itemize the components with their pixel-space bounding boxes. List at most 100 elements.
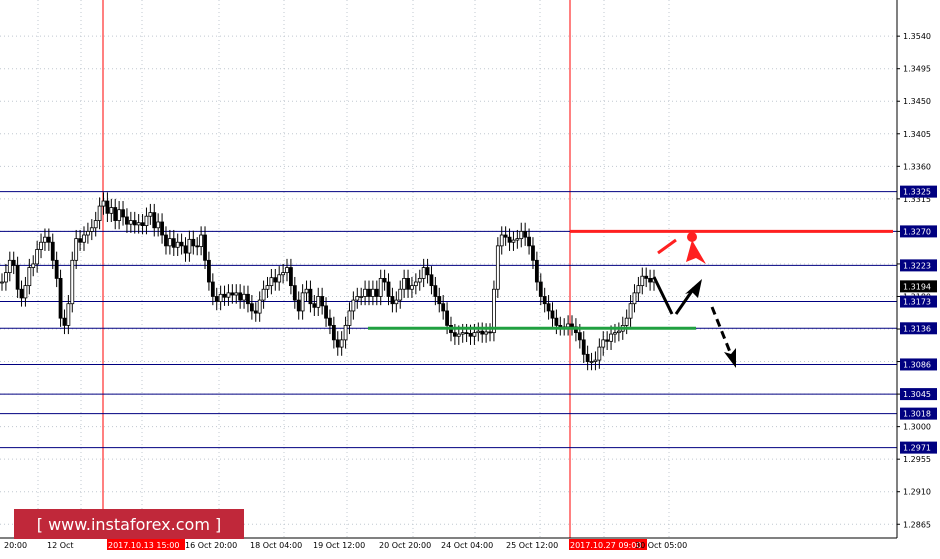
- candle-body: [515, 238, 520, 241]
- candle-body: [577, 332, 582, 341]
- candle-body: [464, 332, 469, 335]
- candle-body: [429, 274, 434, 287]
- candle-body: [339, 339, 344, 348]
- plot-background: [0, 0, 940, 559]
- level-badge-label: 1.3045: [903, 390, 931, 399]
- price-tick-label: 1.3405: [903, 130, 931, 139]
- candle-body: [210, 281, 215, 297]
- candle-body: [249, 303, 254, 312]
- candle-body: [316, 296, 321, 308]
- candle-body: [246, 293, 250, 305]
- price-tick-label: 1.2955: [903, 455, 931, 464]
- candle-body: [125, 216, 129, 225]
- candle-body: [281, 272, 286, 276]
- candle-body: [406, 278, 410, 290]
- candle-body: [93, 220, 98, 229]
- candle-body: [277, 274, 282, 283]
- time-tick-label: 25 Oct 12:00: [506, 541, 558, 550]
- candle-body: [484, 331, 489, 335]
- candle-body: [234, 292, 239, 296]
- candle-body: [534, 259, 539, 283]
- candle-body: [343, 325, 348, 341]
- candle-body: [503, 234, 508, 238]
- candle-body: [359, 296, 364, 298]
- candle-body: [230, 292, 235, 296]
- candle-body: [140, 222, 145, 227]
- candle-body: [312, 303, 317, 308]
- candle-body: [441, 303, 446, 312]
- candle-body: [382, 278, 387, 283]
- time-tick-label: 2017.10.13 15:00: [108, 541, 179, 550]
- candle-body: [74, 238, 79, 261]
- candle-body: [0, 281, 4, 284]
- candle-body: [136, 222, 141, 226]
- candle-body: [152, 212, 157, 229]
- price-tick-label: 1.3000: [903, 423, 931, 432]
- candle-body: [199, 234, 204, 247]
- candle-body: [132, 220, 137, 226]
- candle-body: [335, 339, 340, 348]
- price-tick-label: 1.2910: [903, 488, 931, 497]
- candle-body: [308, 288, 313, 305]
- candle-body: [398, 288, 403, 301]
- candle-body: [82, 234, 86, 243]
- candle-body: [593, 359, 598, 362]
- candle-body: [218, 293, 223, 302]
- candle-body: [31, 263, 36, 268]
- candle-body: [527, 236, 531, 247]
- candle-body: [640, 275, 645, 287]
- candle-body: [394, 299, 399, 305]
- candle-body: [117, 209, 122, 221]
- candle-body: [43, 236, 47, 243]
- candle-body: [628, 303, 633, 319]
- candle-body: [144, 215, 149, 227]
- candle-body: [492, 288, 496, 334]
- candle-body: [519, 230, 524, 240]
- candle-body: [597, 346, 602, 361]
- candle-body: [425, 267, 430, 276]
- price-tick-label: 1.3540: [903, 32, 931, 41]
- candle-body: [66, 303, 71, 326]
- candle-body: [413, 281, 418, 287]
- candle-body: [269, 277, 274, 287]
- candle-body: [296, 299, 301, 312]
- level-badge-label: 1.3173: [903, 298, 931, 307]
- candle-body: [253, 310, 258, 314]
- time-tick-label: 20:00: [4, 541, 27, 550]
- candle-body: [367, 288, 371, 297]
- candle-body: [164, 234, 168, 247]
- candle-body: [636, 285, 641, 294]
- candle-body: [632, 292, 637, 305]
- candle-body: [222, 293, 227, 298]
- candle-body: [605, 339, 610, 342]
- candle-body: [4, 272, 8, 283]
- candle-body: [113, 207, 118, 221]
- candle-body: [445, 310, 449, 326]
- candle-body: [355, 296, 360, 301]
- candle-body: [363, 288, 367, 297]
- candle-body: [417, 278, 422, 283]
- candle-body: [460, 332, 465, 335]
- candle-body: [257, 299, 262, 314]
- candle-body: [292, 285, 297, 301]
- current-price-label: 1.3194: [903, 282, 931, 291]
- level-badge-label: 1.3270: [903, 227, 931, 236]
- candle-body: [273, 277, 278, 283]
- candle-body: [289, 267, 293, 287]
- candle-body: [214, 296, 219, 302]
- candle-body: [648, 278, 652, 283]
- time-tick-label: 19 Oct 12:00: [313, 541, 365, 550]
- price-tick-label: 1.3450: [903, 97, 931, 106]
- candle-body: [58, 278, 63, 319]
- candle-body: [542, 296, 547, 305]
- candle-body: [46, 236, 51, 243]
- candle-body: [89, 227, 94, 232]
- candle-body: [195, 245, 200, 248]
- candle-body: [23, 285, 28, 299]
- candle-body: [242, 293, 246, 301]
- price-tick-label: 1.3360: [903, 162, 931, 171]
- candle-body: [148, 212, 153, 217]
- candle-body: [538, 281, 543, 297]
- candle-body: [285, 267, 289, 274]
- level-badge-label: 1.3018: [903, 410, 931, 419]
